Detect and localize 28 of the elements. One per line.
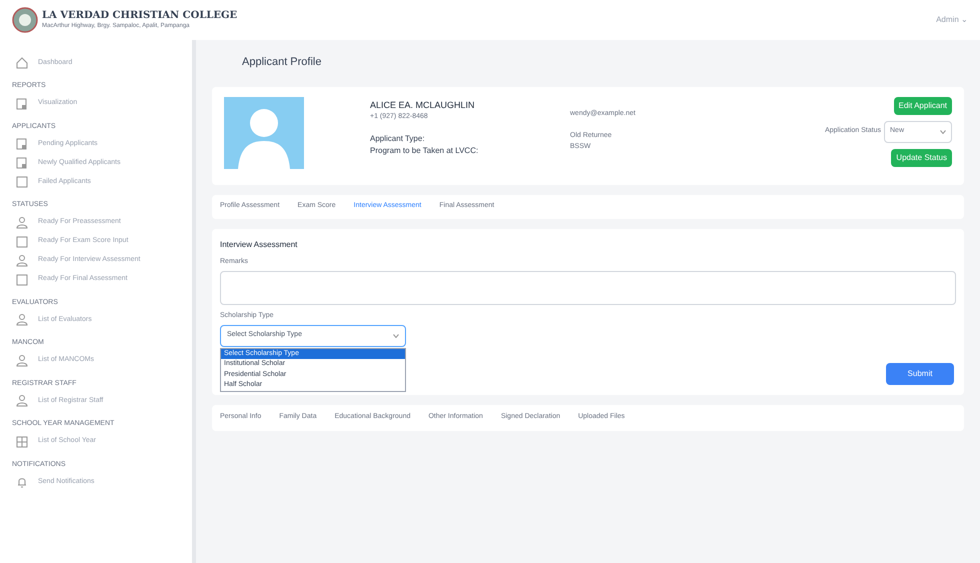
person-icon <box>16 216 28 228</box>
edit-applicant-button[interactable]: Edit Applicant <box>894 96 952 114</box>
document-icon <box>16 98 28 110</box>
square-icon <box>16 236 28 248</box>
college-logo-icon <box>12 7 38 33</box>
college-name: LA VERDAD CHRISTIAN COLLEGE <box>42 10 238 22</box>
document-icon <box>16 157 28 169</box>
page-title: Applicant Profile <box>241 55 322 70</box>
document-icon <box>16 138 28 150</box>
caret-icon <box>393 334 399 338</box>
person-icon <box>16 254 28 266</box>
grid-icon <box>16 436 28 448</box>
person-icon <box>16 314 28 326</box>
program-label: Program to be Taken at LVCC: <box>370 144 480 156</box>
section-title: Interview Assessment <box>220 238 298 250</box>
applicant-name: ALICE EA. MCLAUGHLIN <box>370 98 476 112</box>
square-icon <box>16 176 28 188</box>
remarks-field[interactable] <box>220 271 956 305</box>
submit-button[interactable]: Submit <box>886 362 954 384</box>
caret-icon <box>940 130 946 134</box>
bell-icon <box>16 476 28 488</box>
person-icon <box>16 395 28 407</box>
person-icon <box>16 354 28 366</box>
square-icon <box>16 274 28 286</box>
update-status-button[interactable]: Update Status <box>891 148 952 166</box>
home-icon <box>16 57 28 69</box>
user-menu[interactable]: Admin ⌄ <box>936 14 968 26</box>
applicant-type-label: Applicant Type: <box>370 132 426 144</box>
